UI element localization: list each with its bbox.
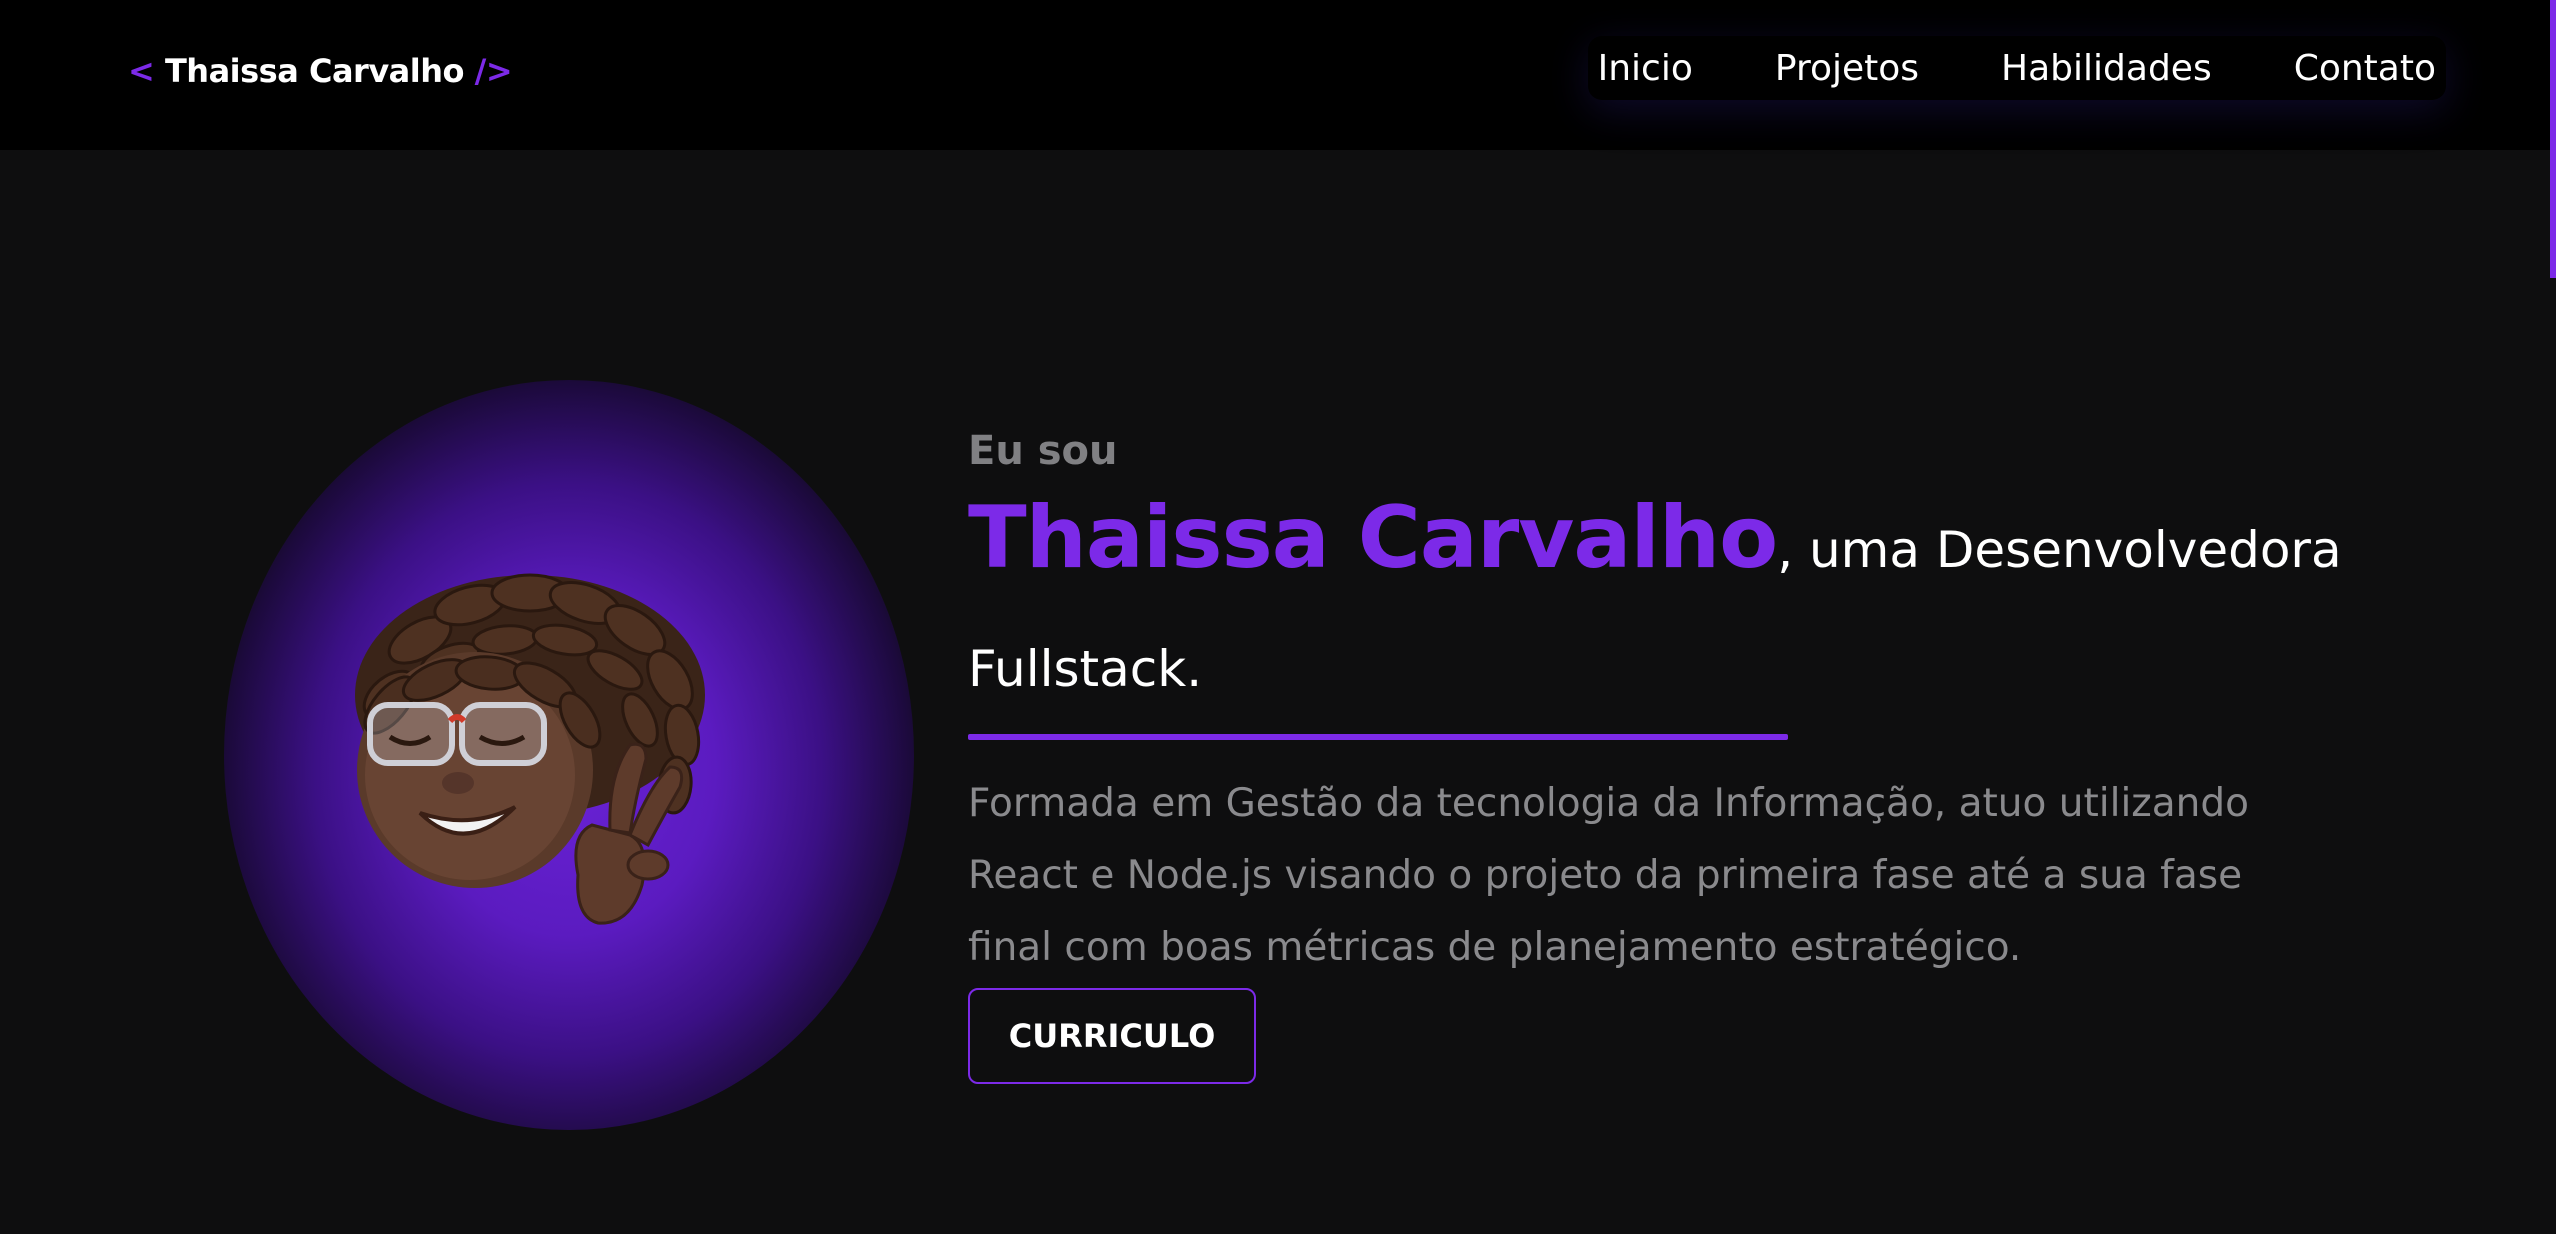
hero-role-line2: Fullstack. (968, 640, 1203, 698)
hero-headline: Thaissa Carvalho, uma Desenvolvedora (968, 488, 2342, 588)
intro-text: Eu sou (968, 428, 1118, 474)
hero-name: Thaissa Carvalho (968, 488, 1778, 588)
nav-item-habilidades[interactable]: Habilidades (2001, 48, 2212, 89)
scrollbar-thumb[interactable] (2550, 0, 2556, 278)
description-line: React e Node.js visando o projeto da pri… (968, 853, 2243, 898)
nav-item-projetos[interactable]: Projetos (1775, 48, 1919, 89)
nav-item-contato[interactable]: Contato (2294, 48, 2436, 89)
description-line: final com boas métricas de planejamento … (968, 925, 2022, 970)
site-header: < Thaissa Carvalho /> Inicio Projetos Ha… (0, 0, 2556, 150)
hero-role-line1: , uma Desenvolvedora (1777, 521, 2342, 579)
nav-item-inicio[interactable]: Inicio (1598, 48, 1693, 89)
logo-close-bracket: /> (474, 52, 513, 90)
site-logo[interactable]: < Thaissa Carvalho /> (128, 52, 513, 90)
logo-name: Thaissa Carvalho (164, 52, 465, 90)
description-line: Formada em Gestão da tecnologia da Infor… (968, 781, 2249, 826)
memoji-avatar-icon (355, 573, 705, 925)
main-nav: Inicio Projetos Habilidades Contato (1588, 36, 2446, 100)
hero-description: Formada em Gestão da tecnologia da Infor… (968, 768, 2328, 984)
curriculo-button[interactable]: CURRICULO (968, 988, 1256, 1084)
hero-divider (968, 734, 1788, 740)
logo-open-bracket: < (128, 52, 155, 90)
